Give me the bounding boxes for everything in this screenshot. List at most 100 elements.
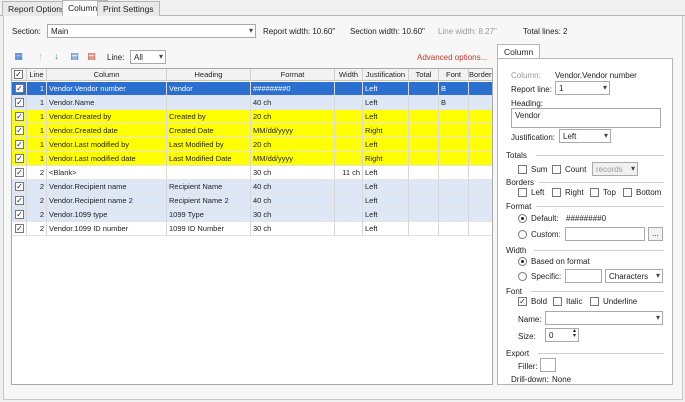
- font-size-input[interactable]: 0 ▴ ▾: [545, 328, 579, 342]
- row-checkbox[interactable]: ✓: [15, 98, 24, 107]
- cell-borders[interactable]: [469, 222, 492, 236]
- checkbox[interactable]: ✓: [14, 70, 23, 79]
- row-checkbox[interactable]: ✓: [15, 84, 24, 93]
- tab-print-settings[interactable]: Print Settings: [97, 1, 160, 16]
- justification-select[interactable]: Left ▾: [559, 129, 611, 143]
- cell-column[interactable]: Vendor.Vendor number: [47, 82, 167, 96]
- header-total[interactable]: Total: [409, 69, 439, 81]
- cell-format[interactable]: 20 ch: [251, 110, 335, 124]
- tab-column[interactable]: Column: [497, 44, 541, 59]
- cell-format[interactable]: 40 ch: [251, 96, 335, 110]
- cell-font[interactable]: B: [439, 96, 469, 110]
- cell-format[interactable]: 30 ch: [251, 166, 335, 180]
- cell-font[interactable]: [439, 138, 469, 152]
- move-up-icon[interactable]: ↑: [34, 50, 47, 63]
- cell-line[interactable]: 2: [27, 208, 47, 222]
- table-row[interactable]: ✓ 1 Vendor.Name 40 ch Left B: [12, 96, 492, 110]
- cell-total[interactable]: [409, 124, 439, 138]
- format-custom-button[interactable]: ...: [648, 227, 663, 241]
- cell-borders[interactable]: [469, 152, 492, 166]
- cell-borders[interactable]: [469, 138, 492, 152]
- cell-column[interactable]: Vendor.Last modified by: [47, 138, 167, 152]
- move-down-icon[interactable]: ↓: [50, 50, 63, 63]
- font-name-select[interactable]: ▾: [545, 311, 663, 325]
- heading-input[interactable]: Vendor: [511, 108, 661, 128]
- row-checkbox[interactable]: ✓: [15, 196, 24, 205]
- table-row[interactable]: ✓ 1 Vendor.Created by Created by 20 ch Left: [12, 110, 492, 124]
- cell-just[interactable]: Left: [363, 166, 409, 180]
- cell-line[interactable]: 1: [27, 152, 47, 166]
- header-line[interactable]: Line: [27, 69, 47, 81]
- cell-width[interactable]: [335, 96, 363, 110]
- cell-width[interactable]: [335, 124, 363, 138]
- cell-heading[interactable]: [167, 96, 251, 110]
- format-default-radio[interactable]: [518, 214, 527, 223]
- format-custom-radio[interactable]: [518, 230, 527, 239]
- cell-line[interactable]: 1: [27, 82, 47, 96]
- cell-total[interactable]: [409, 82, 439, 96]
- cell-column[interactable]: Vendor.Recipient name 2: [47, 194, 167, 208]
- cell-line[interactable]: 1: [27, 138, 47, 152]
- table-row[interactable]: ✓ 2 <Blank> 30 ch 11 ch Left: [12, 166, 492, 180]
- table-row[interactable]: ✓ 2 Vendor.1099 ID number 1099 ID Number 30 …: [12, 222, 492, 236]
- italic-checkbox[interactable]: [553, 297, 562, 306]
- cell-heading[interactable]: Last Modified Date: [167, 152, 251, 166]
- header-justification[interactable]: Justification: [363, 69, 409, 81]
- cell-format[interactable]: ########0: [251, 82, 335, 96]
- cell-column[interactable]: Vendor.Last modified date: [47, 152, 167, 166]
- cell-column[interactable]: Vendor.Recipient name: [47, 180, 167, 194]
- table-row[interactable]: ✓ 2 Vendor.Recipient name 2 Recipient Name …: [12, 194, 492, 208]
- row-checkbox[interactable]: ✓: [15, 182, 24, 191]
- cell-line[interactable]: 1: [27, 96, 47, 110]
- header-column[interactable]: Column: [47, 69, 167, 81]
- cell-font[interactable]: [439, 166, 469, 180]
- cell-borders[interactable]: [469, 194, 492, 208]
- cell-width[interactable]: [335, 82, 363, 96]
- cell-heading[interactable]: Created Date: [167, 124, 251, 138]
- cell-width[interactable]: [335, 222, 363, 236]
- border-top-checkbox[interactable]: [590, 188, 599, 197]
- cell-column[interactable]: <Blank>: [47, 166, 167, 180]
- table-row[interactable]: ✓ 1 Vendor.Last modified by Last Modified b…: [12, 138, 492, 152]
- cell-line[interactable]: 2: [27, 166, 47, 180]
- cell-format[interactable]: 30 ch: [251, 208, 335, 222]
- cell-column[interactable]: Vendor.1099 type: [47, 208, 167, 222]
- cell-font[interactable]: [439, 208, 469, 222]
- cell-format[interactable]: 40 ch: [251, 180, 335, 194]
- header-font[interactable]: Font: [439, 69, 469, 81]
- cell-width[interactable]: [335, 208, 363, 222]
- cell-just[interactable]: Left: [363, 222, 409, 236]
- cell-borders[interactable]: [469, 180, 492, 194]
- row-checkbox[interactable]: ✓: [15, 154, 24, 163]
- header-width[interactable]: Width: [335, 69, 363, 81]
- cell-format[interactable]: 20 ch: [251, 138, 335, 152]
- cell-format[interactable]: 30 ch: [251, 222, 335, 236]
- cell-line[interactable]: 2: [27, 222, 47, 236]
- cell-borders[interactable]: [469, 124, 492, 138]
- cell-just[interactable]: Left: [363, 138, 409, 152]
- delete-row-icon[interactable]: ▤: [85, 50, 98, 63]
- cell-total[interactable]: [409, 138, 439, 152]
- cell-total[interactable]: [409, 110, 439, 124]
- bold-checkbox[interactable]: ✓: [518, 297, 527, 306]
- row-checkbox[interactable]: ✓: [15, 126, 24, 135]
- cell-just[interactable]: Left: [363, 180, 409, 194]
- cell-heading[interactable]: 1099 ID Number: [167, 222, 251, 236]
- count-checkbox[interactable]: [552, 165, 561, 174]
- cell-format[interactable]: 40 ch: [251, 194, 335, 208]
- cell-just[interactable]: Right: [363, 124, 409, 138]
- row-checkbox[interactable]: ✓: [15, 140, 24, 149]
- cell-total[interactable]: [409, 208, 439, 222]
- table-row[interactable]: ✓ 2 Vendor.Recipient name Recipient Name 40 …: [12, 180, 492, 194]
- cell-width[interactable]: [335, 138, 363, 152]
- cell-borders[interactable]: [469, 82, 492, 96]
- width-specific-radio[interactable]: [518, 272, 527, 281]
- filler-input[interactable]: [540, 358, 556, 372]
- cell-format[interactable]: MM/dd/yyyy: [251, 124, 335, 138]
- sum-checkbox[interactable]: [518, 165, 527, 174]
- cell-total[interactable]: [409, 222, 439, 236]
- cell-column[interactable]: Vendor.Name: [47, 96, 167, 110]
- insert-row-icon[interactable]: ▤: [68, 50, 81, 63]
- header-borders[interactable]: Borders: [469, 69, 492, 81]
- cell-font[interactable]: [439, 110, 469, 124]
